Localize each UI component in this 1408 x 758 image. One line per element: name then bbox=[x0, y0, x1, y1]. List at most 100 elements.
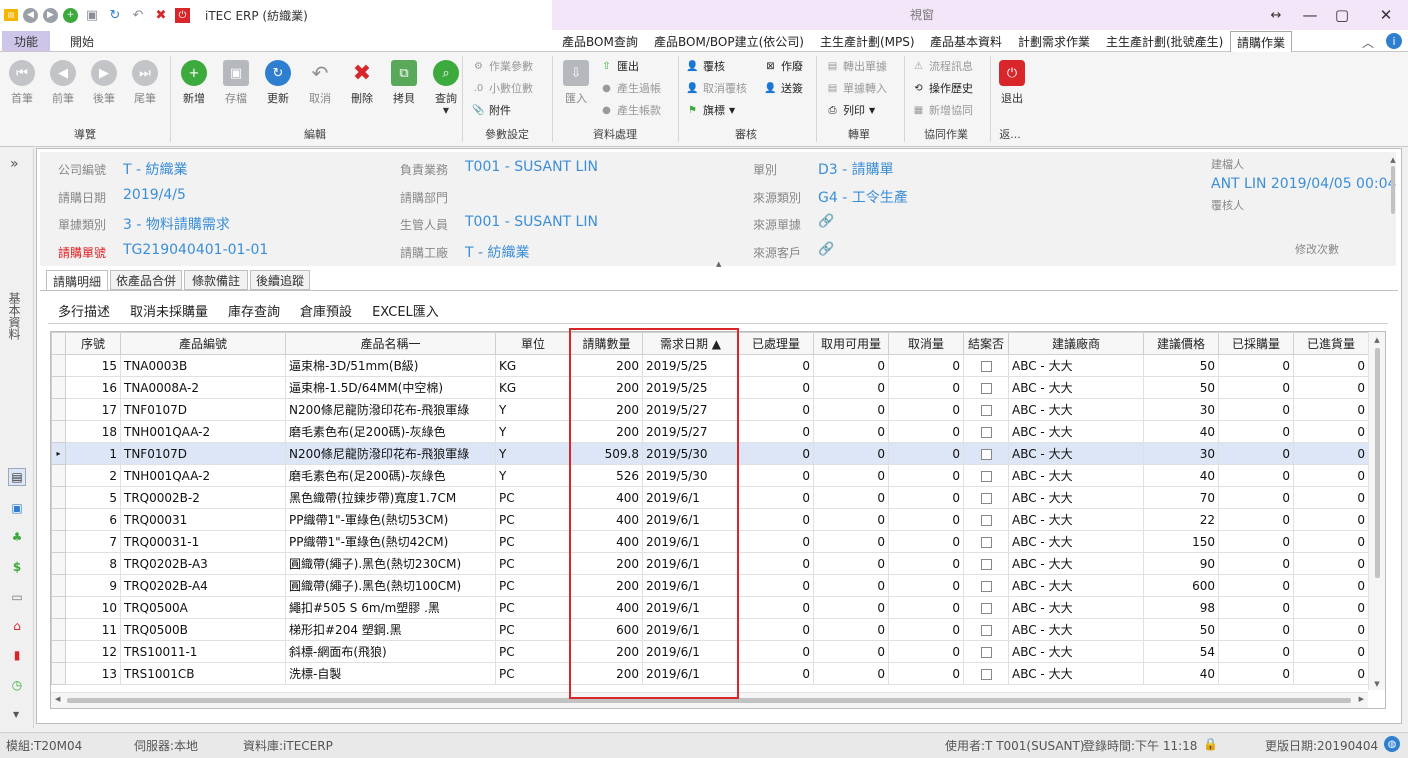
table-cell[interactable]: 22 bbox=[1143, 508, 1219, 531]
table-cell[interactable]: 黑色織帶(拉鍊步帶)寬度1.7CM bbox=[285, 486, 496, 509]
add-collab-button[interactable]: ▦ 新增協同 bbox=[912, 102, 973, 118]
table-row[interactable]: 13 TRS1001CB 洗標-自製 PC 200 2019/6/1 0 0 0 ABC - 大大… bbox=[51, 662, 1369, 685]
src-type-field[interactable]: G4 - 工令生產 bbox=[818, 187, 908, 207]
table-cell[interactable]: 0 bbox=[738, 530, 814, 553]
table-row[interactable]: 9 TRQ0202B-A4 圓織帶(繩子).黑色(熱切100CM) PC 200 2019… bbox=[51, 574, 1369, 597]
table-row[interactable]: 11 TRQ0500B 梯形扣#204 塑鋼.黑 PC 600 2019/6/1 0 0 0 AB… bbox=[51, 618, 1369, 641]
table-cell[interactable]: 2019/6/1 bbox=[642, 574, 739, 597]
closed-checkbox[interactable] bbox=[980, 558, 992, 570]
form-field[interactable]: D3 - 請購單 bbox=[818, 159, 894, 179]
table-cell[interactable]: 0 bbox=[1293, 596, 1369, 619]
exit-icon[interactable]: ⏻ bbox=[175, 7, 190, 23]
date-field[interactable]: 2019/4/5 bbox=[123, 187, 186, 203]
table-cell[interactable]: 0 bbox=[888, 508, 964, 531]
table-cell[interactable]: 2019/6/1 bbox=[642, 530, 739, 553]
column-header[interactable]: 請購數量 bbox=[570, 332, 643, 355]
first-record-button[interactable]: ⏮ 首筆 bbox=[2, 60, 42, 106]
table-cell[interactable]: 洗標-自製 bbox=[285, 662, 496, 685]
table-cell[interactable]: 0 bbox=[1218, 552, 1294, 575]
table-cell[interactable]: 0 bbox=[1293, 464, 1369, 487]
gen-account-button[interactable]: ● 產生帳款 bbox=[600, 102, 661, 118]
table-cell[interactable]: 0 bbox=[738, 420, 814, 443]
closed-checkbox[interactable] bbox=[980, 360, 992, 372]
stock-query-button[interactable]: 庫存查詢 bbox=[218, 301, 290, 320]
table-cell[interactable]: N200條尼龍防潑印花布-飛狼軍綠 bbox=[285, 442, 496, 465]
table-cell[interactable]: 2019/5/25 bbox=[642, 376, 739, 399]
table-cell[interactable]: 40 bbox=[1143, 662, 1219, 685]
print-button[interactable]: ⎙ 列印 ▼ bbox=[826, 102, 887, 118]
column-header[interactable]: 結案否 bbox=[963, 332, 1009, 355]
table-cell[interactable]: 0 bbox=[813, 464, 889, 487]
table-cell[interactable]: 400 bbox=[570, 596, 643, 619]
table-cell[interactable]: Y bbox=[495, 398, 571, 421]
review-button[interactable]: 👤 覆核 bbox=[686, 58, 747, 74]
home-icon[interactable]: ⌂ bbox=[8, 617, 26, 635]
module-icon-3[interactable]: ♣ bbox=[8, 528, 26, 546]
table-cell[interactable]: 0 bbox=[813, 508, 889, 531]
ctx-tab-plan-demand[interactable]: 計劃需求作業 bbox=[1012, 31, 1096, 52]
table-cell[interactable]: 0 bbox=[813, 552, 889, 575]
table-cell[interactable]: 0 bbox=[888, 398, 964, 421]
table-cell[interactable]: 200 bbox=[570, 662, 643, 685]
closed-checkbox[interactable] bbox=[980, 426, 992, 438]
docno-field[interactable]: TG219040401-01-01 bbox=[123, 242, 268, 258]
column-header[interactable]: 單位 bbox=[495, 332, 571, 355]
table-row[interactable]: 2 TNH001QAA-2 磨毛素色布(足200碼)-灰綠色 Y 526 2019/5/3… bbox=[51, 464, 1369, 487]
table-cell[interactable]: 0 bbox=[813, 662, 889, 685]
table-cell[interactable]: 0 bbox=[813, 442, 889, 465]
table-cell[interactable]: 0 bbox=[888, 662, 964, 685]
table-row[interactable]: 7 TRQ00031-1 PP織帶1"-軍綠色(熱切42CM) PC 400 2019/6… bbox=[51, 530, 1369, 553]
multi-line-desc-button[interactable]: 多行描述 bbox=[48, 301, 120, 320]
row-indicator[interactable]: ▸ bbox=[51, 442, 66, 465]
closed-checkbox[interactable] bbox=[980, 668, 992, 680]
table-cell[interactable]: 0 bbox=[738, 640, 814, 663]
table-cell[interactable]: 0 bbox=[738, 442, 814, 465]
doctype-field[interactable]: 3 - 物料請購需求 bbox=[123, 214, 230, 234]
add-icon[interactable]: + bbox=[63, 7, 78, 23]
table-cell[interactable]: 0 bbox=[1293, 508, 1369, 531]
src-cust-link-icon[interactable]: 🔗 bbox=[818, 242, 834, 257]
table-cell[interactable]: 0 bbox=[888, 530, 964, 553]
closed-checkbox-cell[interactable] bbox=[963, 398, 1009, 421]
table-cell[interactable]: 0 bbox=[1293, 618, 1369, 641]
table-cell[interactable]: 5 bbox=[65, 486, 121, 509]
table-cell[interactable]: 0 bbox=[1218, 420, 1294, 443]
table-cell[interactable]: 2019/6/1 bbox=[642, 508, 739, 531]
table-cell[interactable]: 0 bbox=[888, 464, 964, 487]
table-cell[interactable]: PC bbox=[495, 662, 571, 685]
table-cell[interactable]: 0 bbox=[738, 398, 814, 421]
forward-icon[interactable]: ▶ bbox=[43, 7, 58, 23]
closed-checkbox[interactable] bbox=[980, 624, 992, 636]
column-header[interactable]: 取用可用量 bbox=[813, 332, 889, 355]
table-cell[interactable]: 526 bbox=[570, 464, 643, 487]
column-header[interactable]: 取消量 bbox=[888, 332, 964, 355]
table-cell[interactable]: Y bbox=[495, 420, 571, 443]
ctx-tab-purchase-request[interactable]: 請購作業 bbox=[1230, 31, 1293, 52]
table-cell[interactable]: 2019/6/1 bbox=[642, 552, 739, 575]
table-cell[interactable]: 0 bbox=[738, 508, 814, 531]
update-button[interactable]: ↻ 更新 bbox=[258, 60, 298, 115]
refresh-icon[interactable]: ↻ bbox=[106, 6, 124, 24]
table-cell[interactable]: 50 bbox=[1143, 618, 1219, 641]
table-cell[interactable]: 0 bbox=[738, 662, 814, 685]
table-cell[interactable]: 0 bbox=[1218, 486, 1294, 509]
header-scrollbar[interactable]: ▲ bbox=[1388, 156, 1398, 262]
table-cell[interactable]: 10 bbox=[65, 596, 121, 619]
table-cell[interactable]: 0 bbox=[1293, 662, 1369, 685]
table-cell[interactable]: 0 bbox=[813, 376, 889, 399]
row-indicator[interactable] bbox=[51, 640, 66, 663]
table-cell[interactable]: 0 bbox=[738, 552, 814, 575]
row-indicator[interactable] bbox=[51, 574, 66, 597]
tab-function[interactable]: 功能 bbox=[2, 31, 50, 51]
table-cell[interactable]: PC bbox=[495, 486, 571, 509]
exit-button[interactable]: ⏻ 退出 bbox=[992, 60, 1032, 106]
table-cell[interactable]: 400 bbox=[570, 508, 643, 531]
table-cell[interactable]: 50 bbox=[1143, 376, 1219, 399]
table-cell[interactable]: 17 bbox=[65, 398, 121, 421]
row-indicator[interactable] bbox=[51, 618, 66, 641]
row-indicator[interactable] bbox=[51, 376, 66, 399]
import-button[interactable]: ⇩ 匯入 bbox=[556, 60, 596, 106]
ctx-tab-mps-batch[interactable]: 主生產計劃(批號產生) bbox=[1100, 31, 1229, 52]
table-cell[interactable]: 98 bbox=[1143, 596, 1219, 619]
table-cell[interactable]: PC bbox=[495, 618, 571, 641]
